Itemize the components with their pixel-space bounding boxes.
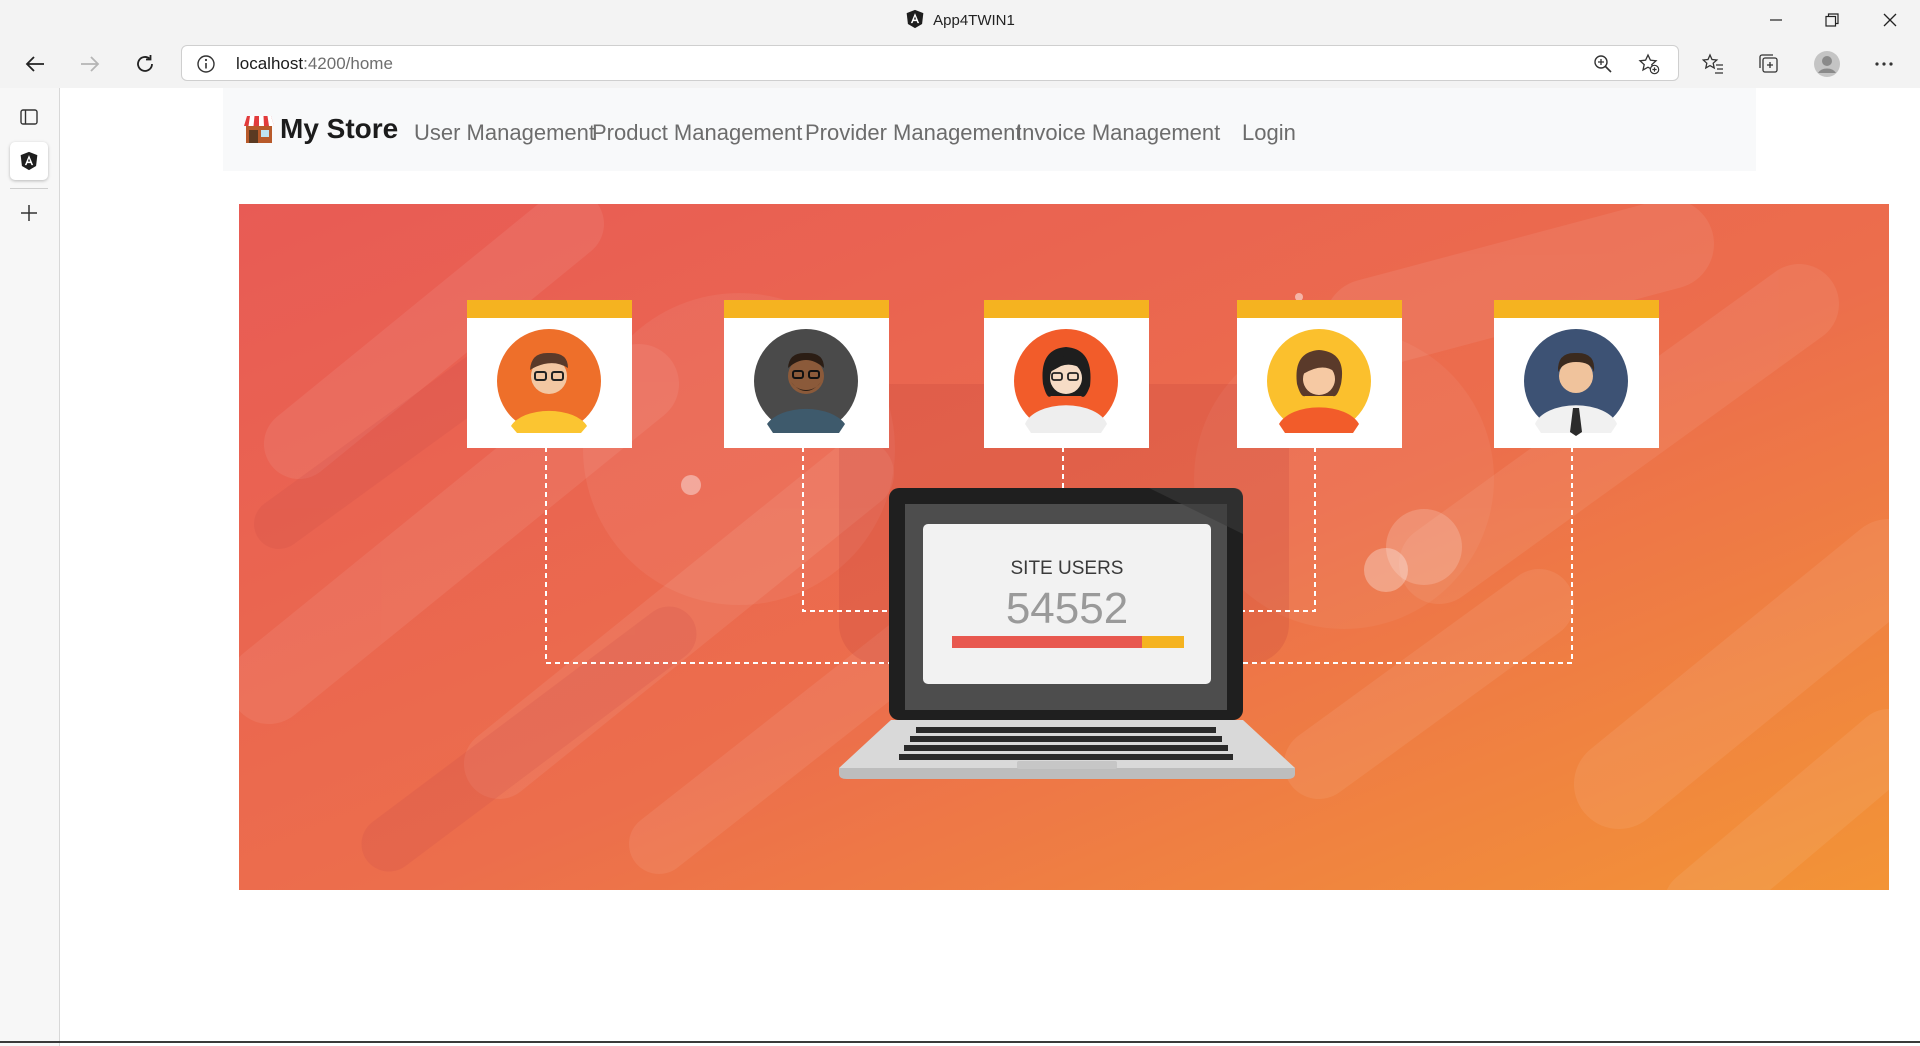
zoom-button[interactable] xyxy=(1592,53,1614,75)
profile-button[interactable] xyxy=(1811,48,1843,80)
nav-login[interactable]: Login xyxy=(1242,120,1296,146)
tab-actions-icon xyxy=(20,109,38,125)
more-icon xyxy=(1875,62,1893,66)
back-icon xyxy=(25,56,44,72)
profile-icon xyxy=(1814,51,1840,77)
user-card-2 xyxy=(724,300,889,448)
more-button[interactable] xyxy=(1868,48,1900,80)
vertical-tabs-sidebar xyxy=(0,88,60,1046)
page-content: My Store User Management Product Managem… xyxy=(60,88,1920,1046)
restore-icon xyxy=(1825,13,1839,27)
tabs-divider xyxy=(10,188,48,189)
brand-text: My Store xyxy=(280,113,399,144)
favorites-icon xyxy=(1702,53,1723,74)
favorites-button[interactable] xyxy=(1697,48,1729,80)
new-tab-button[interactable] xyxy=(10,194,48,232)
nav-product-management[interactable]: Product Management xyxy=(592,120,802,146)
address-bar[interactable]: localhost:4200/home xyxy=(181,45,1679,81)
user-card-3 xyxy=(984,300,1149,448)
window-title-bar: App4TWIN1 xyxy=(0,0,1920,40)
add-favorite-button[interactable] xyxy=(1638,53,1660,75)
add-favorite-icon xyxy=(1638,53,1660,75)
window-title: App4TWIN1 xyxy=(0,9,1920,29)
user-card-5 xyxy=(1494,300,1659,448)
hero-banner: SITE USERS 54552 xyxy=(239,204,1889,890)
nav-user-management[interactable]: User Management xyxy=(414,120,595,146)
url-host: localhost xyxy=(236,54,304,73)
minimize-icon xyxy=(1770,19,1782,21)
browser-toolbar: localhost:4200/home xyxy=(0,40,1920,88)
nav-invoice-management[interactable]: Invoice Management xyxy=(1016,120,1220,146)
close-button[interactable] xyxy=(1862,0,1918,40)
window-bottom-border xyxy=(0,1041,1920,1043)
site-users-progress-fill xyxy=(952,636,1142,648)
angular-tab-icon xyxy=(20,151,38,171)
zoom-icon xyxy=(1594,55,1612,73)
nav-provider-management[interactable]: Provider Management xyxy=(805,120,1021,146)
close-icon xyxy=(1883,13,1897,27)
minimize-button[interactable] xyxy=(1748,0,1804,40)
forward-icon xyxy=(81,56,100,72)
back-button[interactable] xyxy=(15,44,55,84)
site-users-caption: SITE USERS xyxy=(1011,558,1124,579)
url-text[interactable]: localhost:4200/home xyxy=(236,54,393,74)
restore-button[interactable] xyxy=(1804,0,1860,40)
refresh-icon xyxy=(137,55,153,72)
collections-button[interactable] xyxy=(1753,48,1785,80)
site-info-icon[interactable] xyxy=(196,54,216,74)
window-title-text: App4TWIN1 xyxy=(933,12,1015,29)
laptop xyxy=(839,488,1295,779)
user-card-4 xyxy=(1237,300,1402,448)
site-users-illustration: SITE USERS 54552 xyxy=(239,204,1889,890)
forward-button[interactable] xyxy=(70,44,110,84)
new-tab-icon xyxy=(21,205,37,221)
refresh-button[interactable] xyxy=(125,44,165,84)
tab-app4twin1[interactable] xyxy=(10,142,48,180)
app-navbar: My Store User Management Product Managem… xyxy=(223,88,1756,171)
url-path: :4200/home xyxy=(303,54,393,73)
collections-icon xyxy=(1759,54,1778,73)
brand-link[interactable]: My Store xyxy=(243,113,398,145)
tab-actions-button[interactable] xyxy=(10,98,48,136)
store-icon xyxy=(244,116,274,143)
angular-logo-icon xyxy=(906,9,924,29)
site-users-count: 54552 xyxy=(1006,584,1128,633)
user-card-1 xyxy=(467,300,632,448)
